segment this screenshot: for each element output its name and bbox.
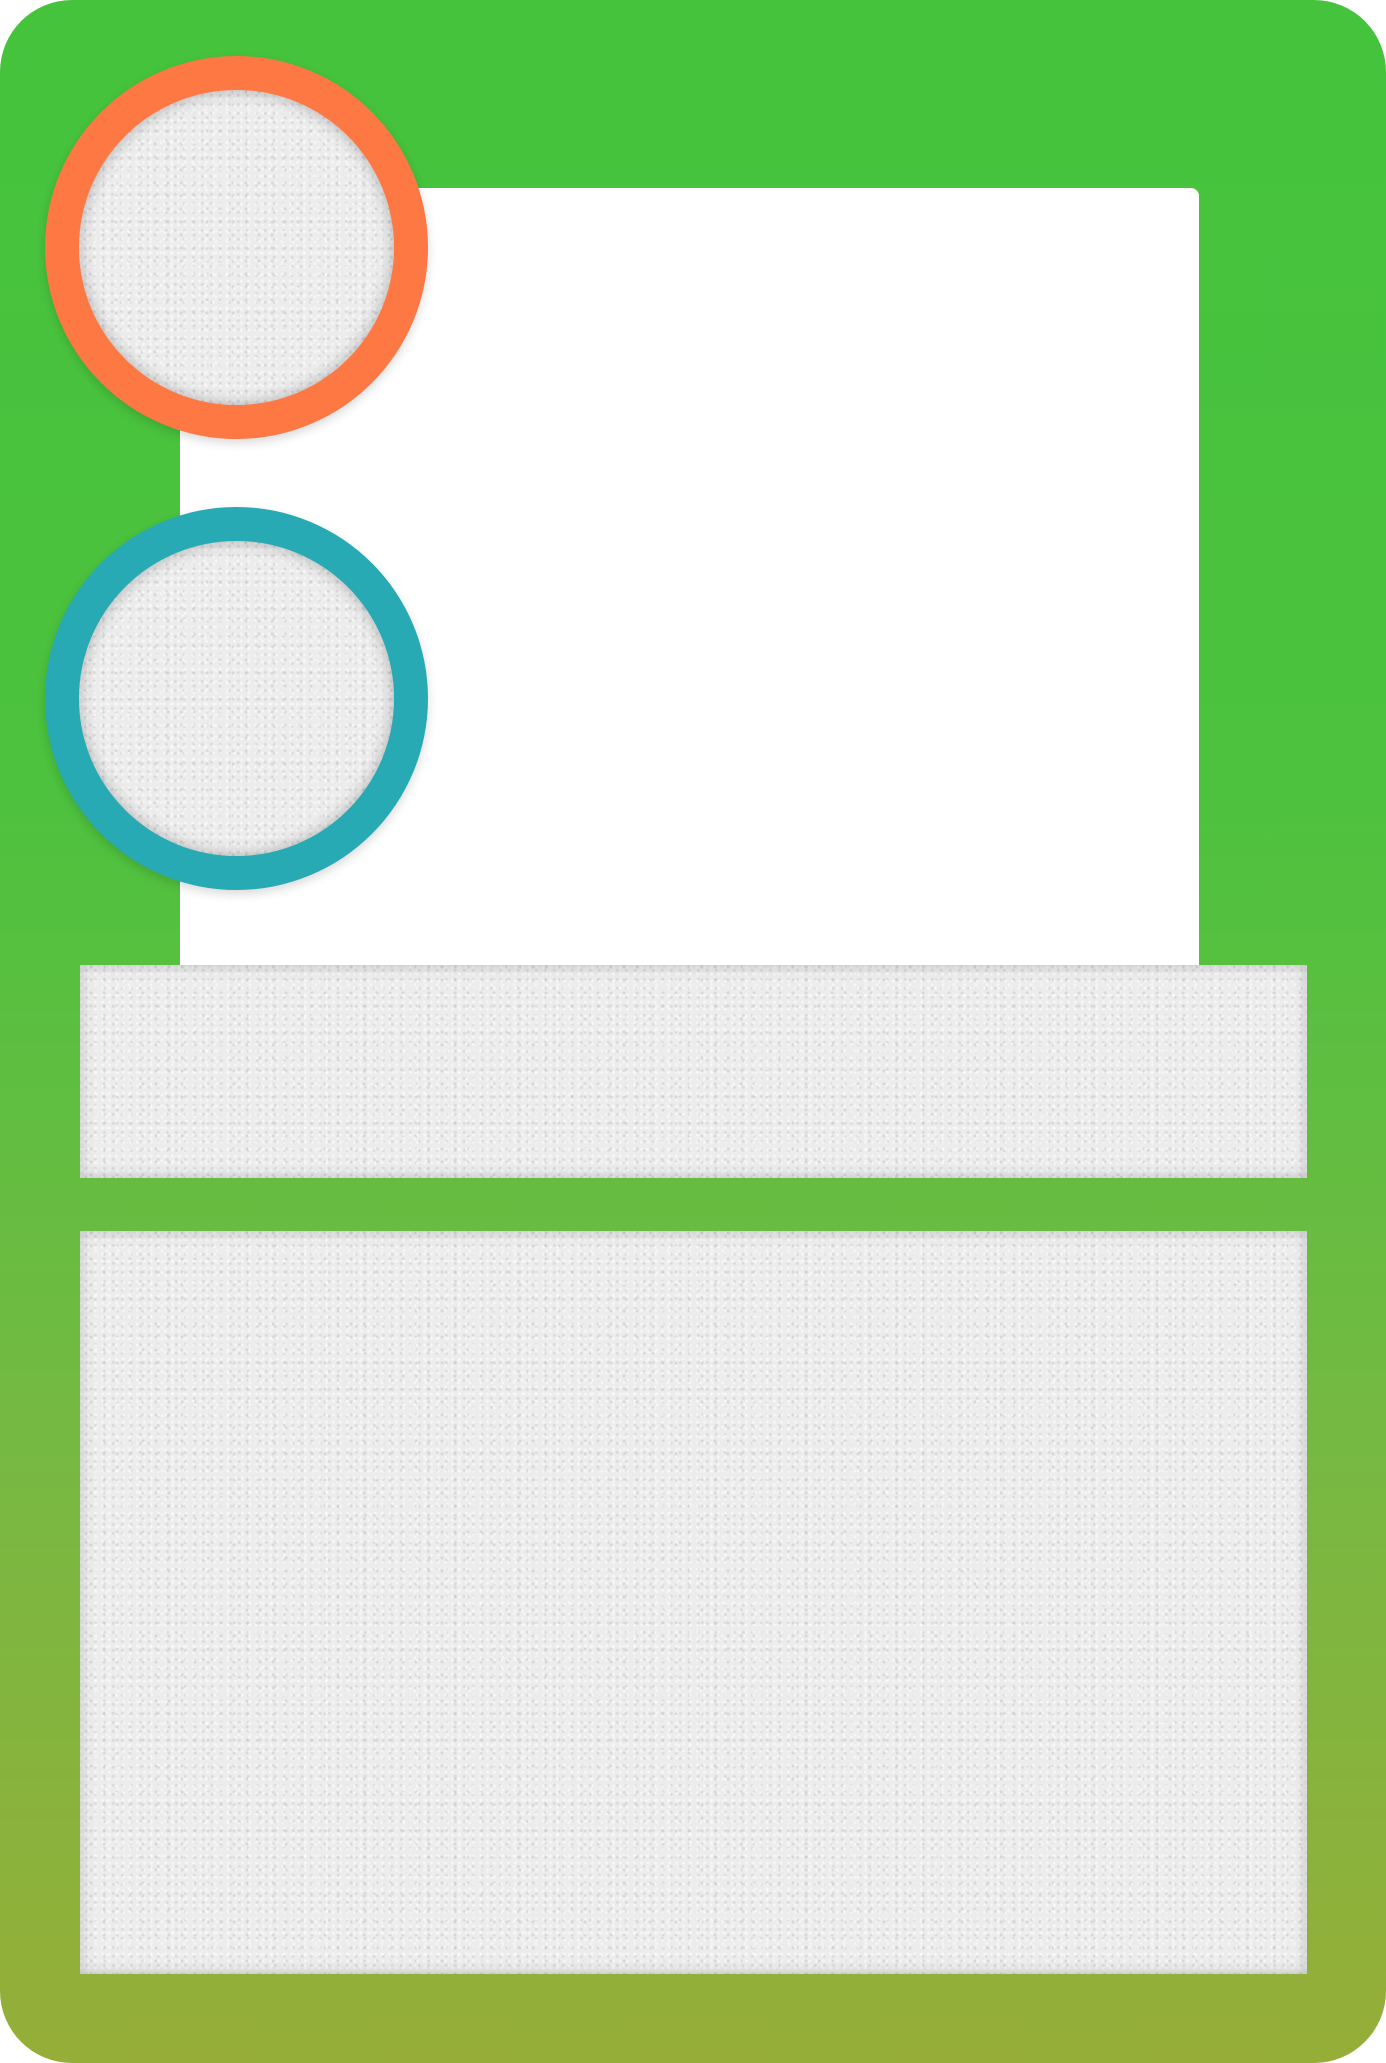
card-frame bbox=[0, 0, 1386, 2063]
teal-badge-slot bbox=[79, 541, 394, 856]
orange-badge bbox=[45, 56, 428, 439]
title-panel bbox=[80, 965, 1307, 1178]
orange-badge-slot bbox=[79, 90, 394, 405]
description-panel bbox=[80, 1231, 1307, 1974]
teal-badge bbox=[45, 507, 428, 890]
